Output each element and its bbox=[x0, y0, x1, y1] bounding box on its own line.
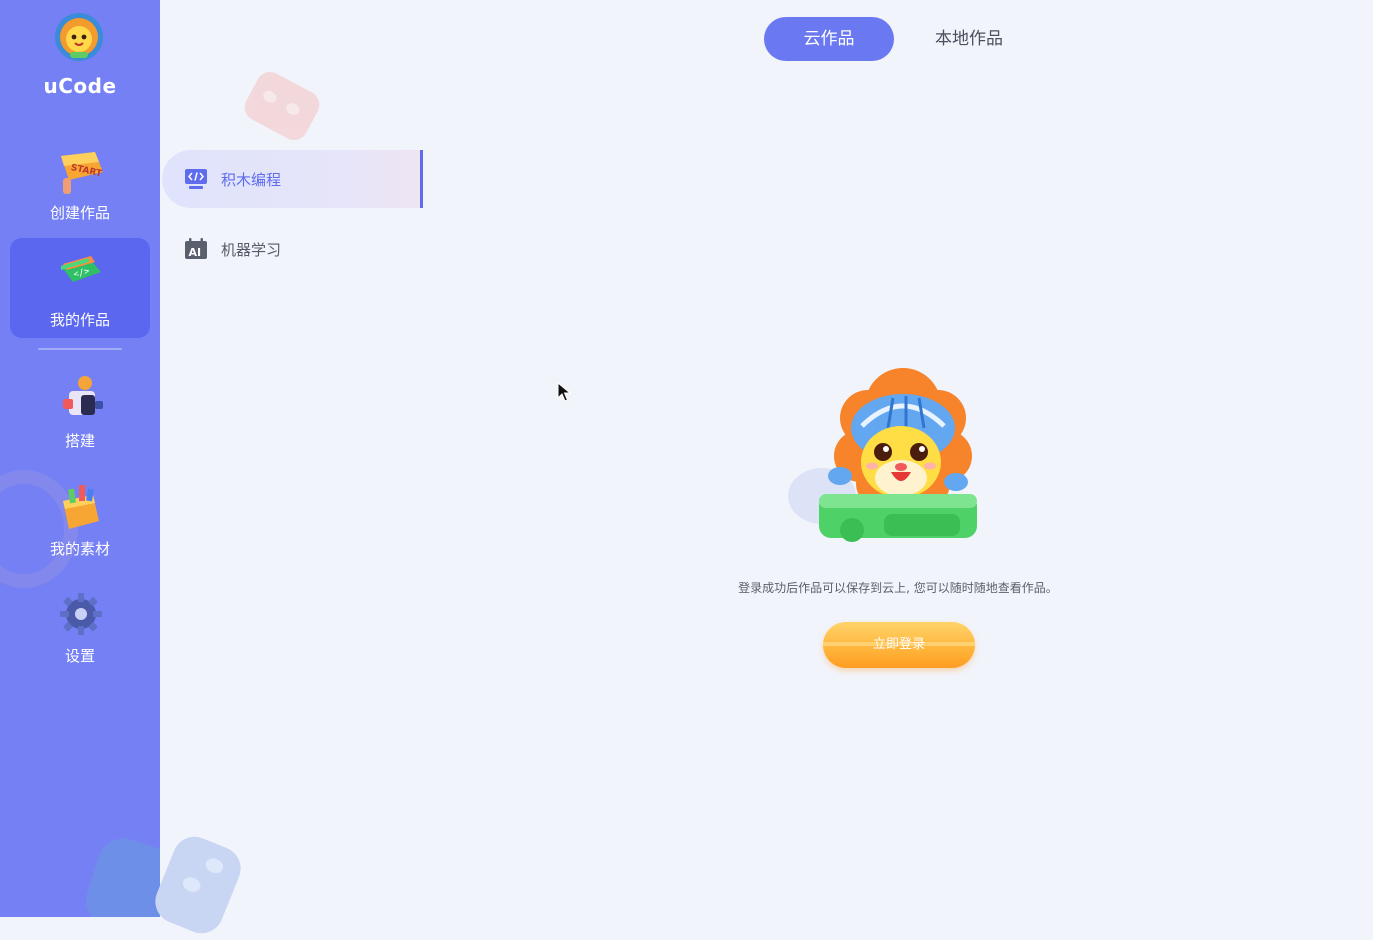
sidebar-item-settings[interactable]: 设置 bbox=[10, 580, 150, 680]
app-name: uCode bbox=[43, 74, 117, 98]
sidebar-item-label: 搭建 bbox=[64, 432, 95, 450]
lion-mascot-illustration bbox=[788, 368, 977, 542]
sidebar-item-label: 设置 bbox=[64, 647, 95, 665]
robot-build-icon bbox=[63, 376, 103, 415]
gear-icon bbox=[60, 593, 102, 635]
sidebar-divider bbox=[38, 348, 122, 350]
material-box-icon bbox=[63, 485, 99, 529]
sidebar-item-build[interactable]: 搭建 bbox=[10, 365, 150, 465]
sidebar-item-my-works[interactable]: </> 我的作品 bbox=[10, 238, 150, 338]
tab-local-works[interactable]: 本地作品 bbox=[904, 17, 1034, 61]
start-sign-icon: START bbox=[61, 152, 104, 194]
decorative-brick bbox=[239, 67, 325, 145]
ai-calendar-icon: AI bbox=[185, 238, 207, 259]
submenu-item-label: 机器学习 bbox=[221, 241, 282, 259]
login-button[interactable]: 立即登录 bbox=[823, 622, 975, 668]
login-button-label: 立即登录 bbox=[872, 637, 925, 652]
sidebar-item-materials[interactable]: 我的素材 bbox=[10, 473, 150, 573]
mouse-cursor-icon bbox=[557, 382, 571, 402]
sidebar: uCode START 创建作品 </> 我的作品 搭建 我的素材 设置 bbox=[0, 0, 160, 917]
sidebar-item-label: 我的作品 bbox=[49, 311, 110, 329]
tab-cloud-works[interactable]: 云作品 bbox=[764, 17, 894, 61]
lion-logo-icon bbox=[55, 13, 103, 61]
submenu-item-machine-learning[interactable]: AI 机器学习 bbox=[162, 220, 420, 278]
sidebar-item-label: 创建作品 bbox=[49, 204, 110, 222]
folder-code-icon: </> bbox=[61, 256, 101, 282]
decorative-brick bbox=[148, 830, 248, 940]
sidebar-item-label: 我的素材 bbox=[49, 540, 110, 558]
login-hint-text: 登录成功后作品可以保存到云上, 您可以随时随地查看作品。 bbox=[738, 581, 1058, 595]
decorative-brick bbox=[79, 831, 160, 917]
code-screen-icon bbox=[185, 169, 207, 189]
sidebar-item-create[interactable]: START 创建作品 bbox=[10, 138, 150, 238]
submenu-item-block-coding[interactable]: 积木编程 bbox=[162, 150, 423, 208]
submenu-item-label: 积木编程 bbox=[221, 171, 282, 189]
svg-text:AI: AI bbox=[189, 246, 202, 259]
